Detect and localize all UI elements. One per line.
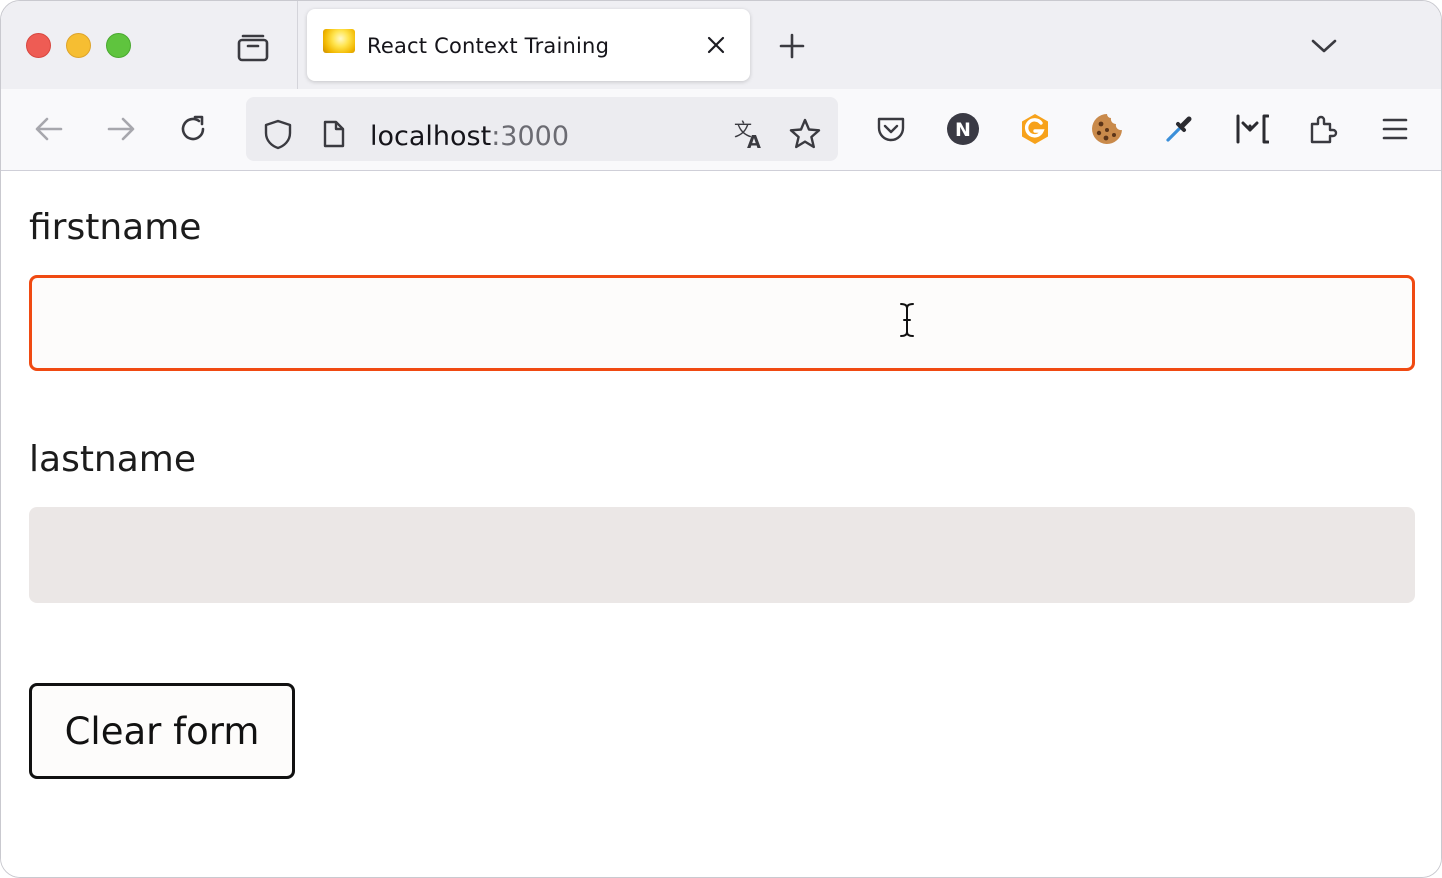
window-close-button[interactable]: [26, 33, 51, 58]
cookie-extension-icon: [1092, 114, 1122, 144]
inspect-extension-button[interactable]: [1231, 109, 1271, 149]
back-icon: [35, 117, 63, 141]
pocket-icon: [877, 117, 905, 142]
window-minimize-button[interactable]: [66, 33, 91, 58]
tab-active[interactable]: React Context Training: [307, 9, 750, 81]
url-port: :3000: [491, 121, 570, 152]
window-maximize-button[interactable]: [106, 33, 131, 58]
svg-text:A: A: [747, 132, 761, 150]
shield-icon: [264, 119, 292, 150]
reload-icon: [181, 115, 205, 141]
clear-form-button[interactable]: Clear form: [29, 683, 295, 779]
url-host: localhost: [370, 121, 492, 152]
url-bar[interactable]: localhost:3000 文 A: [246, 97, 838, 161]
new-tab-button[interactable]: [775, 29, 809, 63]
tracking-protection-button[interactable]: [261, 117, 295, 151]
reload-button[interactable]: [173, 109, 213, 149]
bookmark-star-icon: [789, 118, 821, 149]
back-button[interactable]: [29, 109, 69, 149]
tab-close-button[interactable]: [702, 31, 730, 59]
close-icon: [707, 36, 725, 54]
firstname-label: firstname: [29, 207, 202, 248]
browser-window: React Context Training localhost:3000 文 …: [0, 0, 1442, 878]
text-cursor-icon: [900, 303, 914, 337]
page-icon: [323, 120, 345, 148]
svg-text:N: N: [955, 119, 971, 141]
extensions-button[interactable]: [1303, 109, 1343, 149]
g-extension-icon: [1022, 114, 1048, 144]
plus-icon: [779, 33, 805, 59]
chevron-down-icon: [1311, 39, 1337, 53]
forward-button[interactable]: [101, 109, 141, 149]
cookie-extension-button[interactable]: [1087, 109, 1127, 149]
tab-strip: React Context Training: [1, 1, 1441, 89]
extensions-puzzle-icon: [1310, 115, 1338, 144]
lightbulb-favicon-icon: [323, 29, 355, 53]
list-all-tabs-button[interactable]: [1307, 29, 1341, 63]
navigation-toolbar: localhost:3000 文 A N: [1, 89, 1441, 171]
translate-button[interactable]: 文 A: [732, 117, 766, 151]
tab-title: React Context Training: [367, 34, 610, 58]
translate-icon: 文 A: [734, 120, 761, 150]
app-menu-button[interactable]: [1375, 109, 1415, 149]
page-content: firstname lastname Clear form: [1, 171, 1441, 877]
tab-overview-icon: [237, 34, 269, 62]
tab-overview-button[interactable]: [233, 27, 273, 67]
n-extension-icon: N: [947, 113, 979, 145]
bookmark-button[interactable]: [788, 117, 822, 151]
pocket-button[interactable]: [871, 109, 911, 149]
g-extension-button[interactable]: [1015, 109, 1055, 149]
menu-icon: [1382, 118, 1408, 140]
n-extension-button[interactable]: N: [943, 109, 983, 149]
lastname-label: lastname: [29, 439, 197, 480]
lastname-input[interactable]: [29, 507, 1415, 603]
forward-icon: [107, 117, 135, 141]
eyedropper-button[interactable]: [1159, 109, 1199, 149]
inspect-extension-icon: [1236, 114, 1269, 144]
page-info-button[interactable]: [317, 117, 351, 151]
eyedropper-icon: [1166, 116, 1192, 142]
url-text[interactable]: localhost:3000: [370, 121, 569, 152]
firstname-input[interactable]: [29, 275, 1415, 371]
tab-separator: [297, 1, 298, 89]
